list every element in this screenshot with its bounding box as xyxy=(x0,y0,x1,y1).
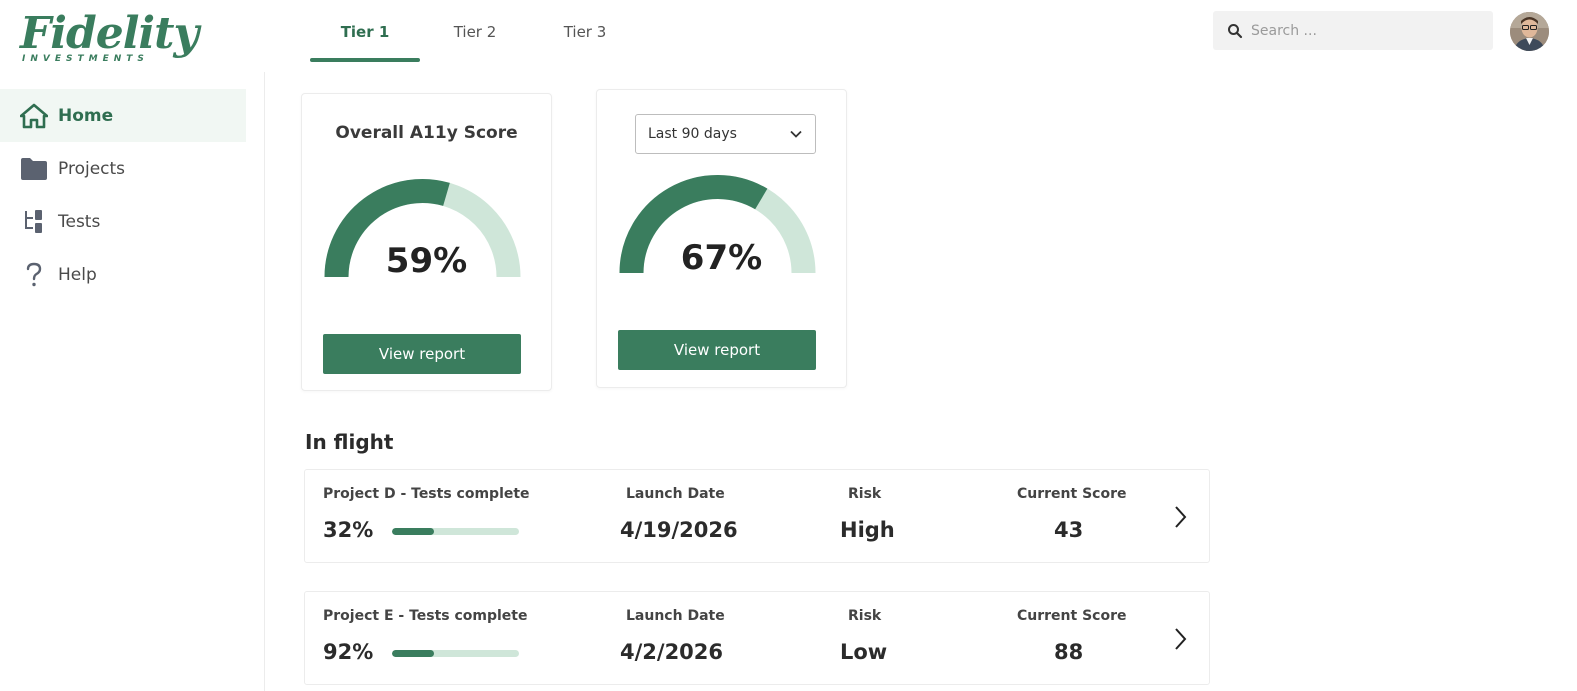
view-report-button[interactable]: View report xyxy=(618,330,816,370)
current-score-value: 88 xyxy=(1054,640,1084,664)
sidebar-item-home[interactable]: Home xyxy=(0,89,246,142)
progress-bar xyxy=(392,528,519,535)
sidebar-item-label: Help xyxy=(58,264,97,285)
logo-wordmark: Fidelity xyxy=(20,8,199,59)
tab-tier-3[interactable]: Tier 3 xyxy=(530,0,640,64)
project-row[interactable]: Project E - Tests complete 92% Launch Da… xyxy=(304,591,1210,685)
risk-value: High xyxy=(840,518,895,542)
avatar-image xyxy=(1510,12,1549,51)
chevron-down-icon xyxy=(790,130,802,138)
launch-date-value: 4/2/2026 xyxy=(620,640,724,664)
tab-tier-1[interactable]: Tier 1 xyxy=(310,0,420,64)
sidebar-item-label: Tests xyxy=(58,211,101,232)
chevron-right-icon[interactable] xyxy=(1171,504,1189,530)
score-card-period: Last 90 days 67% View report xyxy=(596,89,847,388)
tab-tier-2[interactable]: Tier 2 xyxy=(420,0,530,64)
search-icon xyxy=(1228,23,1243,38)
date-range-select[interactable]: Last 90 days xyxy=(635,114,816,154)
score-value: 67% xyxy=(680,238,763,278)
progress-bar xyxy=(392,650,519,657)
home-icon xyxy=(20,102,48,130)
chevron-right-icon[interactable] xyxy=(1171,626,1189,652)
search-input[interactable] xyxy=(1251,22,1481,39)
current-score-label: Current Score xyxy=(1017,608,1127,624)
project-row[interactable]: Project D - Tests complete 32% Launch Da… xyxy=(304,469,1210,563)
risk-label: Risk xyxy=(848,608,882,624)
tier-tabs: Tier 1 Tier 2 Tier 3 xyxy=(310,0,640,64)
risk-value: Low xyxy=(840,640,888,664)
sidebar-item-label: Home xyxy=(58,105,114,126)
progress-value: 92% xyxy=(323,640,374,664)
section-title: In flight xyxy=(305,430,394,454)
help-icon xyxy=(20,261,48,289)
card-title: Overall A11y Score xyxy=(335,123,518,143)
search-box[interactable] xyxy=(1213,11,1493,50)
progress-value: 32% xyxy=(323,518,374,542)
sidebar-item-projects[interactable]: Projects xyxy=(0,142,246,195)
progress-bar-fill xyxy=(392,528,434,535)
progress-bar-fill xyxy=(392,650,434,657)
folder-icon xyxy=(20,155,48,183)
tests-icon xyxy=(20,208,48,236)
sidebar-item-label: Projects xyxy=(58,158,126,179)
launch-date-label: Launch Date xyxy=(626,608,725,624)
current-score-value: 43 xyxy=(1054,518,1084,542)
project-label: Project E - Tests complete xyxy=(323,608,528,624)
score-value: 59% xyxy=(385,241,468,281)
date-range-value: Last 90 days xyxy=(648,126,737,142)
fidelity-logo[interactable]: Fidelity INVESTMENTS xyxy=(20,12,220,68)
sidebar: Home Projects Tests Help xyxy=(0,72,265,691)
launch-date-label: Launch Date xyxy=(626,486,725,502)
launch-date-value: 4/19/2026 xyxy=(620,518,738,542)
project-label: Project D - Tests complete xyxy=(323,486,530,502)
view-report-button[interactable]: View report xyxy=(323,334,521,374)
current-score-label: Current Score xyxy=(1017,486,1127,502)
score-card-overall: Overall A11y Score 59% View report xyxy=(301,93,552,391)
sidebar-item-tests[interactable]: Tests xyxy=(0,195,246,248)
user-avatar[interactable] xyxy=(1510,12,1549,51)
risk-label: Risk xyxy=(848,486,882,502)
sidebar-item-help[interactable]: Help xyxy=(0,248,246,301)
